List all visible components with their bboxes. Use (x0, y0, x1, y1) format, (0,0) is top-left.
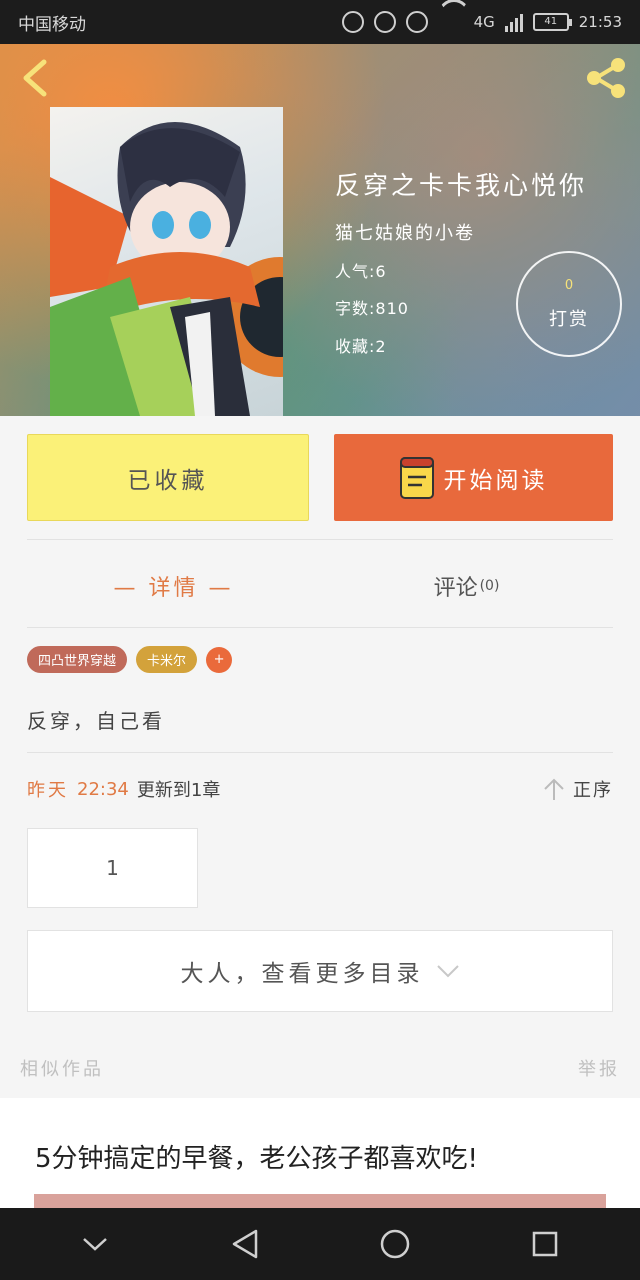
ad-image[interactable] (34, 1194, 606, 1208)
share-icon (587, 58, 625, 98)
tab-detail-label: — 详情 — (113, 576, 234, 601)
word-count-stat: 字数:810 (335, 299, 409, 318)
sort-order-button[interactable]: 正序 (543, 776, 613, 802)
update-text: 更新到1章 (136, 780, 221, 801)
mute-icon (341, 11, 364, 33)
comment-count: (0) (479, 578, 500, 594)
view-more-catalog-button[interactable]: 大人，查看更多目录 (27, 930, 613, 1012)
view-more-label: 大人，查看更多目录 (180, 961, 424, 987)
carrier-label: 中国移动 (18, 14, 86, 35)
nav-back-button[interactable] (225, 1224, 265, 1264)
sort-order-label: 正序 (573, 780, 613, 801)
book-title: 反穿之卡卡我心悦你 (335, 171, 588, 200)
status-bar: 中国移动 4G 41 21:53 (0, 0, 640, 44)
ad-title[interactable]: 5分钟搞定的早餐，老公孩子都喜欢吃! (35, 1138, 478, 1175)
book-cover-image[interactable] (50, 107, 283, 416)
collected-label: 已收藏 (127, 467, 209, 494)
wifi-icon (438, 13, 464, 31)
circle-home-icon (380, 1229, 410, 1259)
tag-chip[interactable]: 卡米尔 (136, 646, 198, 673)
chapter-number: 1 (106, 856, 119, 880)
report-button[interactable]: 举报 (578, 1055, 620, 1081)
nav-home-button[interactable] (375, 1224, 415, 1264)
divider (27, 627, 613, 628)
chevron-down-icon (83, 1238, 107, 1251)
alarm-icon (373, 11, 396, 33)
divider (27, 539, 613, 540)
popularity-stat: 人气:6 (335, 262, 387, 281)
system-nav-bar (0, 1208, 640, 1280)
update-day: 昨天 (27, 780, 69, 801)
chevron-down-icon (436, 965, 459, 978)
battery-level: 41 (544, 16, 558, 27)
book-icon (399, 456, 434, 499)
book-header: 反穿之卡卡我心悦你 猫七姑娘的小卷 人气:6 字数:810 收藏:2 0 打赏 (0, 44, 640, 416)
similar-works-heading: 相似作品 (20, 1059, 104, 1080)
update-time: 22:34 (77, 778, 129, 800)
nav-hide-button[interactable] (75, 1224, 115, 1264)
triangle-back-icon (232, 1229, 258, 1259)
book-description: 反穿，自己看 (27, 709, 165, 733)
status-icons: 4G 41 21:53 (341, 11, 622, 33)
signal-icon (504, 12, 523, 32)
back-button[interactable] (16, 56, 56, 100)
tag-list: 四凸世界穿越 卡米尔 + (27, 646, 233, 673)
network-type: 4G (473, 13, 495, 31)
divider (27, 752, 613, 753)
nav-recents-button[interactable] (525, 1224, 565, 1264)
battery-icon: 41 (532, 13, 572, 31)
tab-comments[interactable]: 评论 (0) (320, 556, 613, 616)
reward-label: 打赏 (549, 308, 589, 330)
reward-count: 0 (564, 277, 574, 293)
add-tag-button[interactable]: + (206, 646, 233, 673)
start-reading-label: 开始阅读 (443, 467, 548, 494)
favorites-stat: 收藏:2 (335, 337, 387, 356)
square-recents-icon (532, 1231, 558, 1257)
tab-comments-label: 评论 (433, 576, 478, 601)
book-author[interactable]: 猫七姑娘的小卷 (335, 219, 475, 245)
chapter-item[interactable]: 1 (27, 828, 198, 908)
start-reading-button[interactable]: 开始阅读 (334, 434, 613, 521)
clock: 21:53 (578, 13, 622, 31)
share-button[interactable] (582, 56, 630, 100)
tag-chip[interactable]: 四凸世界穿越 (27, 646, 128, 673)
tab-detail[interactable]: — 详情 — (27, 556, 320, 616)
chevron-left-icon (23, 59, 47, 97)
eye-icon (405, 11, 428, 33)
update-info: 昨天 22:34 更新到1章 (27, 776, 220, 802)
ad-banner[interactable]: 5分钟搞定的早餐，老公孩子都喜欢吃! (0, 1098, 640, 1208)
reward-button[interactable]: 0 打赏 (516, 251, 622, 357)
collected-button[interactable]: 已收藏 (27, 434, 309, 521)
arrow-up-icon (544, 778, 564, 800)
